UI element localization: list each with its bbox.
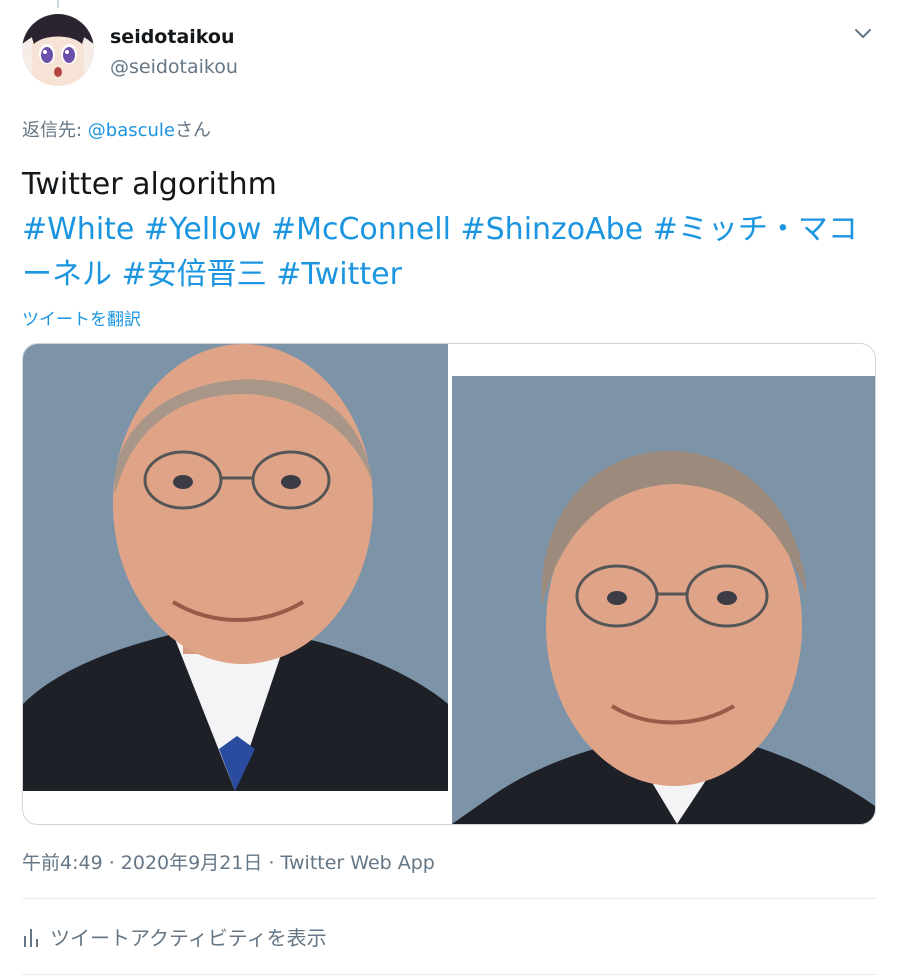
tweet-timestamp: 午前4:49 · 2020年9月21日 · Twitter Web App <box>22 848 435 875</box>
hashtag-link[interactable]: #Yellow <box>144 212 262 247</box>
tweet-photo[interactable] <box>23 344 448 791</box>
tweet-date[interactable]: 2020年9月21日 <box>121 852 263 874</box>
portrait-photo <box>23 344 448 791</box>
reply-suffix: さん <box>175 120 212 141</box>
meta-separator: · <box>262 852 281 874</box>
bar-chart-icon <box>24 928 38 947</box>
reply-mention-link[interactable]: @bascule <box>88 120 175 141</box>
reply-context: 返信先: @basculeさん <box>22 116 211 142</box>
hashtag-link[interactable]: #White <box>22 212 134 247</box>
avatar[interactable] <box>22 14 94 86</box>
tweet-text-line: Twitter algorithm <box>22 167 277 202</box>
portrait-photo <box>452 376 875 824</box>
reply-prefix: 返信先: <box>22 120 88 141</box>
chevron-down-icon[interactable] <box>852 22 874 44</box>
hashtag-link[interactable]: #安倍晋三 <box>122 257 267 292</box>
tweet-photo[interactable] <box>452 376 875 824</box>
translate-tweet-link[interactable]: ツイートを翻訳 <box>22 305 141 330</box>
media-grid <box>22 343 876 825</box>
hashtag-link[interactable]: #ShinzoAbe <box>461 212 644 247</box>
tweet-source-link[interactable]: Twitter Web App <box>281 852 435 874</box>
avatar-image <box>22 14 94 86</box>
divider <box>22 898 876 899</box>
divider <box>22 974 876 975</box>
user-handle[interactable]: @seidotaikou <box>110 56 238 78</box>
thread-connector <box>57 0 59 8</box>
meta-separator: · <box>102 852 121 874</box>
display-name[interactable]: seidotaikou <box>110 26 234 48</box>
tweet-time[interactable]: 午前4:49 <box>22 852 103 874</box>
tweet-activity-link[interactable]: ツイートアクティビティを表示 <box>22 922 327 951</box>
tweet-text: Twitter algorithm #White #Yellow #McConne… <box>22 162 872 297</box>
hashtag-link[interactable]: #Twitter <box>276 257 402 292</box>
tweet-activity-label: ツイートアクティビティを表示 <box>50 926 327 950</box>
hashtag-link[interactable]: #McConnell <box>271 212 451 247</box>
